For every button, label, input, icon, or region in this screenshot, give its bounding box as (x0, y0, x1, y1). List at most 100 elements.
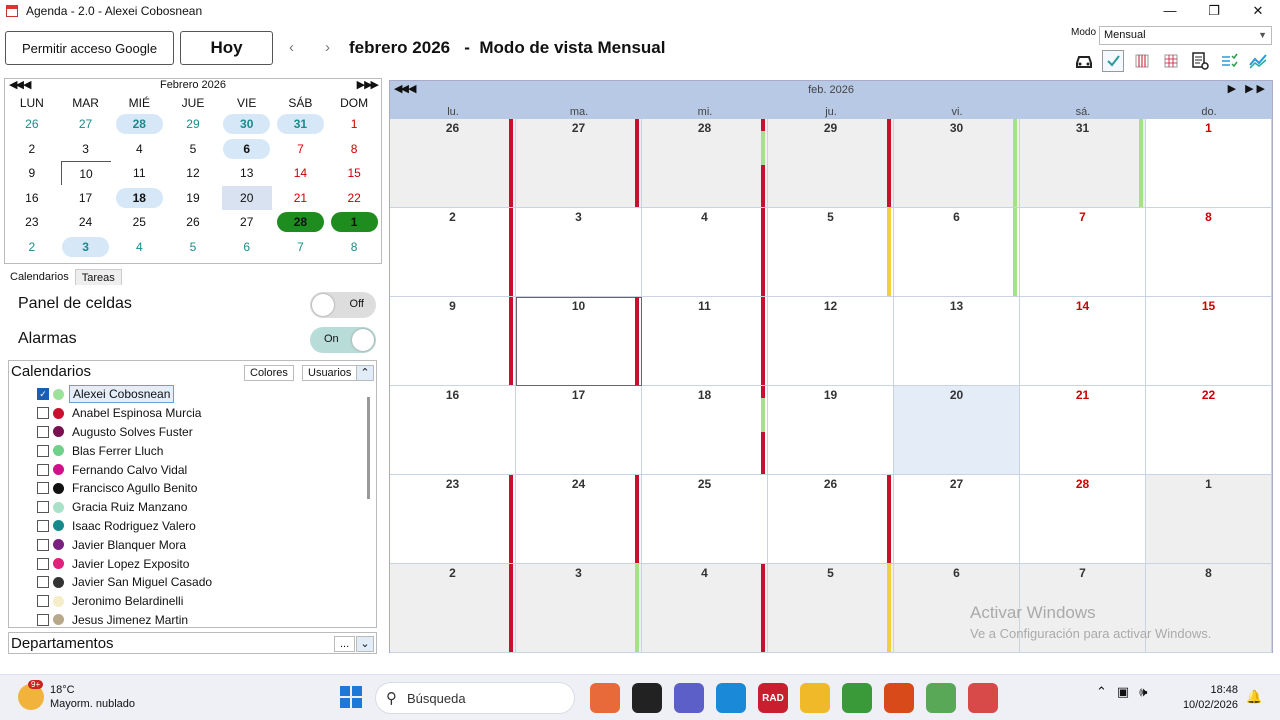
event-bar[interactable] (509, 208, 513, 296)
chevron-up-icon[interactable]: ⌃ (1096, 684, 1107, 700)
month-day-cell[interactable]: 7 (1020, 208, 1146, 297)
event-bar[interactable] (761, 131, 765, 165)
minimize-button[interactable]: — (1148, 0, 1192, 22)
event-bar[interactable] (509, 119, 513, 207)
month-day-cell[interactable]: 11 (642, 297, 768, 386)
event-bar[interactable] (1139, 119, 1143, 207)
event-bar[interactable] (761, 431, 765, 474)
month-day-cell[interactable]: 2 (390, 564, 516, 653)
mini-day[interactable]: 17 (59, 186, 113, 211)
weather-widget[interactable]: 9+ 18°C Mayorm. nublado (18, 680, 135, 711)
car-icon[interactable] (1073, 50, 1095, 72)
rad-app-icon[interactable]: RAD (758, 683, 788, 713)
user-checkbox[interactable] (37, 463, 49, 476)
month-day-cell[interactable]: 6 (894, 208, 1020, 297)
user-checkbox[interactable] (37, 425, 49, 438)
month-day-cell[interactable]: 2 (390, 208, 516, 297)
user-item[interactable]: Isaac Rodriguez Valero (37, 517, 372, 536)
mini-day[interactable]: 4 (112, 235, 166, 260)
event-bar[interactable] (635, 297, 639, 385)
month-day-cell[interactable]: 15 (1146, 297, 1272, 386)
user-item[interactable]: Javier Blanquer Mora (37, 535, 372, 554)
event-bar[interactable] (761, 208, 765, 296)
month-day-cell[interactable]: 28 (642, 119, 768, 208)
month-day-cell[interactable]: 4 (642, 564, 768, 653)
taskbar-search[interactable]: ⚲ Búsqueda (375, 682, 575, 714)
user-item[interactable]: Francisco Agullo Benito (37, 479, 372, 498)
colores-button[interactable]: Colores (244, 365, 294, 381)
taskbar-clock[interactable]: 18:48 10/02/2026 (1180, 683, 1238, 713)
departments-more-button[interactable]: ... (334, 636, 356, 652)
mini-day[interactable]: 21 (274, 186, 328, 211)
month-day-cell[interactable]: 30 (894, 119, 1020, 208)
user-item[interactable]: Jesus Jimenez Martin (37, 611, 372, 630)
tab-calendarios[interactable]: Calendarios (4, 269, 75, 285)
mini-day[interactable]: 24 (59, 210, 113, 235)
event-bar[interactable] (887, 208, 891, 296)
month-day-cell[interactable]: 20 (894, 386, 1020, 475)
event-bar[interactable] (761, 564, 765, 652)
user-item[interactable]: Javier San Miguel Casado (37, 573, 372, 592)
mini-day[interactable]: 6 (220, 235, 274, 260)
user-item[interactable]: ✓ Alexei Cobosnean (37, 385, 372, 404)
user-checkbox[interactable] (37, 613, 49, 626)
notepad-app-icon[interactable] (842, 683, 872, 713)
month-day-cell[interactable]: 13 (894, 297, 1020, 386)
mini-day[interactable]: 29 (166, 112, 220, 137)
chart-line-icon[interactable] (1247, 50, 1269, 72)
mini-day[interactable]: 3 (59, 137, 113, 162)
event-bar[interactable] (509, 475, 513, 563)
task-list-icon[interactable] (1218, 50, 1240, 72)
mini-day[interactable]: 9 (5, 161, 59, 186)
today-button[interactable]: Hoy (180, 31, 273, 65)
volume-icon[interactable]: 🕪 (1139, 684, 1147, 700)
month-day-cell[interactable]: 26 (768, 475, 894, 564)
event-bar[interactable] (887, 119, 891, 207)
gift-app-icon[interactable] (590, 683, 620, 713)
event-bar[interactable] (509, 297, 513, 385)
google-access-button[interactable]: Permitir acceso Google (5, 31, 174, 65)
usuarios-button[interactable]: Usuarios (302, 365, 358, 381)
mini-day[interactable]: 2 (5, 235, 59, 260)
mode-select[interactable]: Mensual ▼ (1099, 26, 1272, 45)
event-bar[interactable] (635, 119, 639, 207)
user-checkbox[interactable] (37, 576, 49, 589)
network-icon[interactable]: ▣ (1117, 684, 1129, 700)
checklist-icon[interactable] (1102, 50, 1124, 72)
settings-table-icon[interactable] (1189, 50, 1211, 72)
mini-day[interactable]: 1 (327, 112, 381, 137)
mini-day[interactable]: 3 (59, 235, 113, 260)
month-next-icon[interactable]: ▶ ▶▶ (1228, 82, 1268, 95)
event-bar[interactable] (761, 119, 765, 132)
chevron-up-icon[interactable]: ⌃ (356, 365, 374, 381)
chevron-down-icon[interactable]: ⌄ (356, 636, 374, 652)
month-day-cell[interactable]: 9 (390, 297, 516, 386)
alarmas-toggle[interactable]: On (310, 327, 376, 353)
month-day-cell[interactable]: 27 (894, 475, 1020, 564)
month-day-cell[interactable]: 22 (1146, 386, 1272, 475)
mini-day[interactable]: 5 (166, 235, 220, 260)
month-day-cell[interactable]: 24 (516, 475, 642, 564)
prev-period-chevron-icon[interactable]: ‹ (289, 39, 294, 56)
user-checkbox[interactable] (37, 407, 49, 420)
event-bar[interactable] (887, 564, 891, 652)
month-day-cell[interactable]: 12 (768, 297, 894, 386)
mini-prev-icon[interactable]: ◀◀ ◀ (9, 79, 31, 92)
mini-day[interactable]: 12 (166, 161, 220, 186)
mini-day[interactable]: 10 (59, 161, 113, 186)
mini-day[interactable]: 15 (327, 161, 381, 186)
player-app-icon[interactable] (884, 683, 914, 713)
next-period-chevron-icon[interactable]: › (325, 39, 330, 56)
edge-app-icon[interactable] (716, 683, 746, 713)
mini-day[interactable]: 6 (220, 137, 274, 162)
month-day-cell[interactable]: 21 (1020, 386, 1146, 475)
user-item[interactable]: Augusto Solves Fuster (37, 423, 372, 442)
mini-day[interactable]: 31 (274, 112, 328, 137)
mini-day[interactable]: 22 (327, 186, 381, 211)
notification-bell-icon[interactable]: 🔔 (1246, 689, 1262, 705)
mini-day[interactable]: 19 (166, 186, 220, 211)
event-bar[interactable] (1013, 119, 1017, 207)
user-item[interactable]: Javier Lopez Exposito (37, 554, 372, 573)
month-day-cell[interactable]: 3 (516, 564, 642, 653)
mini-day[interactable]: 28 (274, 210, 328, 235)
